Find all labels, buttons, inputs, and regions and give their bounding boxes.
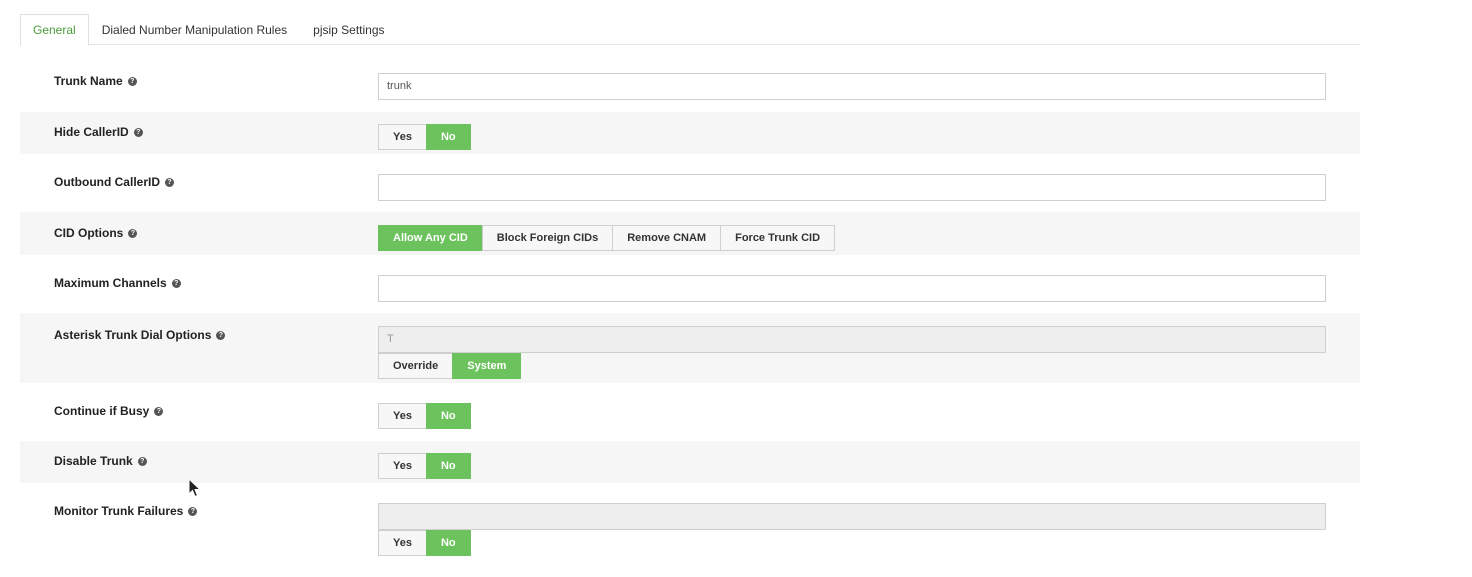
row-maximum-channels: Maximum Channels ? <box>20 255 1360 313</box>
dial-options-toggle: Override System <box>378 353 522 379</box>
maximum-channels-input[interactable] <box>378 275 1326 302</box>
disable-trunk-yes-button[interactable]: Yes <box>378 453 427 479</box>
help-icon[interactable]: ? <box>154 406 164 416</box>
cid-options-label: CID Options ? <box>54 226 138 240</box>
help-icon[interactable]: ? <box>165 177 174 187</box>
help-icon[interactable]: ? <box>171 278 181 288</box>
monitor-trunk-failures-toggle: Yes No <box>378 530 471 556</box>
row-trunk-name: Trunk Name ? trunk <box>20 62 1360 112</box>
disable-trunk-label: Disable Trunk ? <box>54 454 147 468</box>
tab-bar: General Dialed Number Manipulation Rules… <box>20 14 1360 46</box>
outbound-callerid-label: Outbound CallerID ? <box>54 175 174 189</box>
help-icon[interactable]: ? <box>137 456 147 466</box>
monitor-trunk-failures-label: Monitor Trunk Failures ? <box>54 504 198 518</box>
trunk-name-input[interactable]: trunk <box>378 73 1326 100</box>
mouse-cursor-icon <box>188 478 202 498</box>
hide-callerid-toggle: Yes No <box>378 124 471 150</box>
help-icon[interactable]: ? <box>133 127 143 137</box>
disable-trunk-no-button[interactable]: No <box>425 453 471 479</box>
continue-if-busy-no-button[interactable]: No <box>425 403 471 429</box>
force-trunk-cid-button[interactable]: Force Trunk CID <box>720 225 836 251</box>
block-foreign-cids-button[interactable]: Block Foreign CIDs <box>481 225 614 251</box>
tab-pjsip-settings[interactable]: pjsip Settings <box>300 14 397 45</box>
system-button[interactable]: System <box>452 353 522 379</box>
tab-general[interactable]: General <box>20 14 89 46</box>
row-disable-trunk: Disable Trunk ? Yes No <box>20 441 1360 483</box>
help-icon[interactable]: ? <box>216 330 226 340</box>
maximum-channels-label: Maximum Channels ? <box>54 276 181 290</box>
monitor-trunk-failures-yes-button[interactable]: Yes <box>378 530 427 556</box>
disable-trunk-toggle: Yes No <box>378 453 471 479</box>
hide-callerid-yes-button[interactable]: Yes <box>378 124 427 150</box>
allow-any-cid-button[interactable]: Allow Any CID <box>378 225 483 251</box>
continue-if-busy-yes-button[interactable]: Yes <box>378 403 427 429</box>
remove-cnam-button[interactable]: Remove CNAM <box>612 225 722 251</box>
dial-options-label: Asterisk Trunk Dial Options ? <box>54 328 226 342</box>
help-icon[interactable]: ? <box>128 228 138 238</box>
tab-dialed-number-manipulation-rules[interactable]: Dialed Number Manipulation Rules <box>89 14 300 45</box>
row-continue-if-busy: Continue if Busy ? Yes No <box>20 383 1360 441</box>
monitor-trunk-failures-no-button[interactable]: No <box>425 530 471 556</box>
row-dial-options: Asterisk Trunk Dial Options ? T Override… <box>20 313 1360 383</box>
hide-callerid-no-button[interactable]: No <box>425 124 471 150</box>
row-cid-options: CID Options ? Allow Any CID Block Foreig… <box>20 212 1360 255</box>
dial-options-input: T <box>378 326 1326 353</box>
continue-if-busy-toggle: Yes No <box>378 403 471 429</box>
help-icon[interactable]: ? <box>188 506 198 516</box>
row-hide-callerid: Hide CallerID ? Yes No <box>20 112 1360 154</box>
help-icon[interactable]: ? <box>127 76 137 86</box>
hide-callerid-label: Hide CallerID ? <box>54 125 143 139</box>
outbound-callerid-input[interactable] <box>378 174 1326 201</box>
monitor-trunk-failures-input <box>378 503 1326 530</box>
row-monitor-trunk-failures: Monitor Trunk Failures ? Yes No <box>20 483 1360 577</box>
cid-options-group: Allow Any CID Block Foreign CIDs Remove … <box>378 225 836 251</box>
override-button[interactable]: Override <box>378 353 454 379</box>
row-outbound-callerid: Outbound CallerID ? <box>20 154 1360 212</box>
trunk-name-label: Trunk Name ? <box>54 74 137 88</box>
continue-if-busy-label: Continue if Busy ? <box>54 404 164 418</box>
